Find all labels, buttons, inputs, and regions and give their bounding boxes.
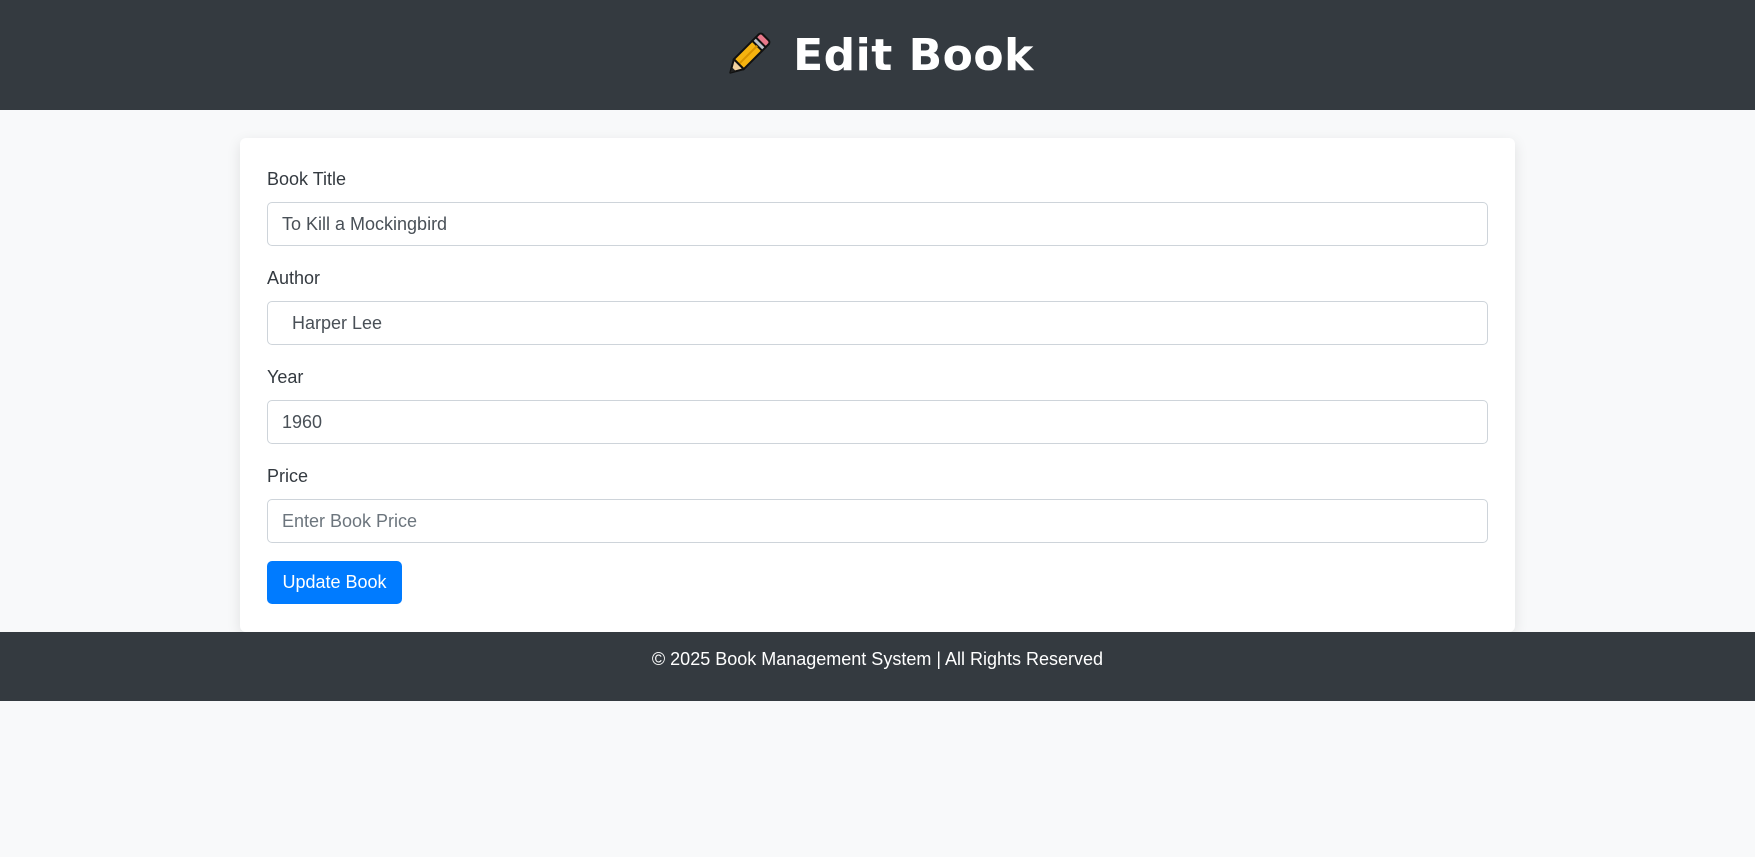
page-footer: © 2025 Book Management System | All Righ… bbox=[0, 632, 1755, 701]
year-input[interactable] bbox=[267, 400, 1488, 444]
footer-copyright: © 2025 Book Management System | All Righ… bbox=[651, 649, 1104, 669]
edit-book-form: Book Title Author Year Price Update Book bbox=[240, 138, 1515, 632]
author-label: Author bbox=[267, 268, 321, 288]
price-label: Price bbox=[267, 466, 309, 486]
book-title-input[interactable] bbox=[267, 202, 1488, 246]
year-label: Year bbox=[267, 367, 304, 387]
author-input[interactable] bbox=[267, 301, 1488, 345]
page-title: Edit Book bbox=[793, 29, 1034, 81]
pencil-icon bbox=[721, 28, 775, 82]
update-book-button[interactable]: Update Book bbox=[267, 561, 402, 604]
book-title-label: Book Title bbox=[267, 169, 347, 189]
price-input[interactable] bbox=[267, 499, 1488, 543]
page-header: Edit Book bbox=[0, 0, 1755, 110]
